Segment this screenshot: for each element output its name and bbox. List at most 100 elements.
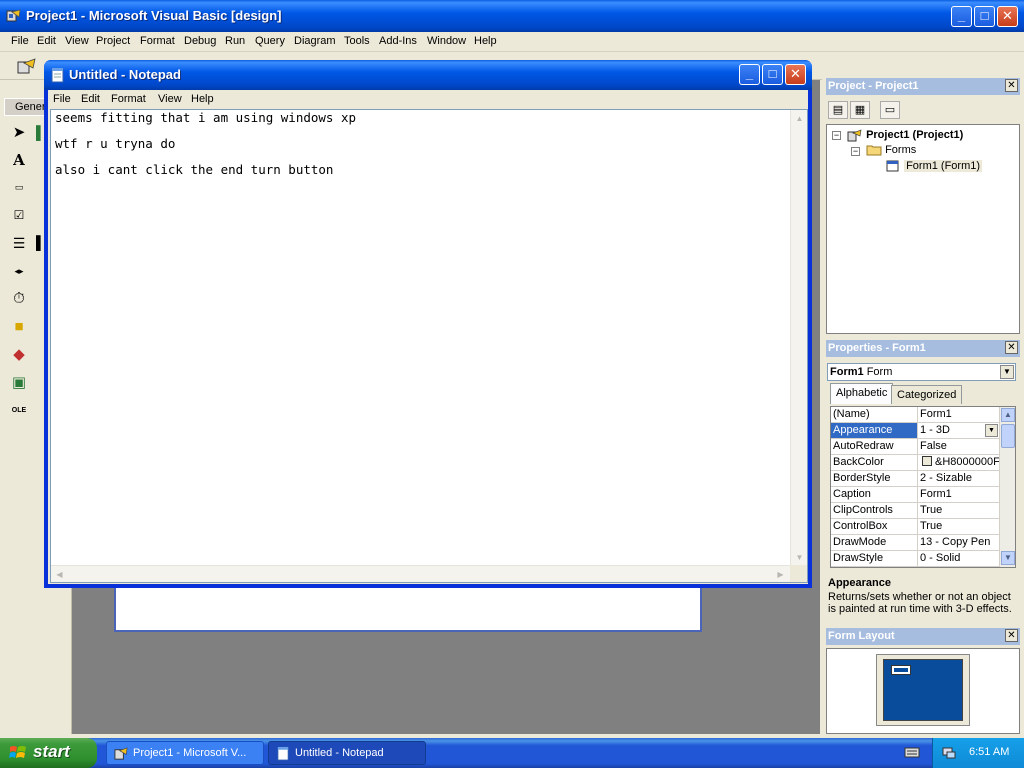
taskbar-item-vb[interactable]: Project1 - Microsoft V... bbox=[106, 741, 264, 765]
tree-item-form1[interactable]: Form1 (Form1) bbox=[885, 160, 983, 172]
tab-categorized[interactable]: Categorized bbox=[891, 385, 963, 404]
view-code-icon[interactable]: ▤ bbox=[828, 101, 848, 119]
property-row[interactable]: DrawMode 13 - Copy Pen bbox=[831, 535, 999, 551]
checkbox-tool-icon[interactable]: ☑ bbox=[8, 204, 30, 226]
combobox-tool-icon[interactable]: ▌ bbox=[36, 232, 44, 254]
scroll-thumb[interactable] bbox=[1001, 424, 1015, 448]
project-explorer-close-icon[interactable]: ✕ bbox=[1005, 79, 1018, 92]
notepad-close-button[interactable]: ✕ bbox=[785, 64, 806, 85]
notepad-minimize-button[interactable]: _ bbox=[739, 64, 760, 85]
scroll-left-icon[interactable]: ◀ bbox=[52, 567, 67, 582]
menu-help[interactable]: Help bbox=[474, 35, 497, 47]
minimize-button[interactable]: _ bbox=[951, 6, 972, 27]
tree-collapse-forms[interactable]: − bbox=[851, 147, 860, 156]
property-row[interactable]: (Name) Form1 bbox=[831, 407, 999, 423]
picture-tool-icon[interactable]: ▌ bbox=[36, 122, 44, 144]
scroll-down-icon[interactable]: ▼ bbox=[792, 550, 807, 565]
property-description: Appearance Returns/sets whether or not a… bbox=[826, 576, 1020, 626]
frame-tool-icon[interactable]: ▭ bbox=[8, 176, 30, 198]
form-layout-close-icon[interactable]: ✕ bbox=[1005, 629, 1018, 642]
properties-title-text: Properties - Form1 bbox=[828, 342, 926, 354]
tab-alphabetic[interactable]: Alphabetic bbox=[830, 383, 894, 404]
property-grid-scrollbar[interactable]: ▲ ▼ bbox=[999, 407, 1015, 567]
menu-run[interactable]: Run bbox=[225, 35, 245, 47]
scroll-right-icon[interactable]: ▶ bbox=[773, 567, 788, 582]
notepad-horizontal-scrollbar[interactable]: ◀ ▶ bbox=[51, 565, 791, 582]
close-button[interactable]: ✕ bbox=[997, 6, 1018, 27]
property-row[interactable]: BorderStyle 2 - Sizable bbox=[831, 471, 999, 487]
menu-query[interactable]: Query bbox=[255, 35, 285, 47]
taskbar-item-notepad[interactable]: Untitled - Notepad bbox=[268, 741, 426, 765]
menu-diagram[interactable]: Diagram bbox=[294, 35, 336, 47]
notepad-menu-format[interactable]: Format bbox=[111, 93, 146, 105]
property-row[interactable]: AutoRedraw False bbox=[831, 439, 999, 455]
ole-tool-icon[interactable]: OLE bbox=[8, 400, 30, 422]
notepad-title-bar[interactable]: Untitled - Notepad _ □ ✕ bbox=[44, 60, 812, 90]
dirlist-tool-icon[interactable]: ■ bbox=[8, 316, 30, 338]
property-row-selected[interactable]: Appearance 1 - 3D ▼ bbox=[831, 423, 999, 439]
menu-debug[interactable]: Debug bbox=[184, 35, 216, 47]
notepad-line: seems fitting that i am using windows xp bbox=[55, 110, 357, 125]
notepad-menu-file[interactable]: File bbox=[53, 93, 71, 105]
object-selector-type: Form bbox=[866, 366, 893, 378]
form-icon bbox=[886, 160, 899, 172]
menu-edit[interactable]: Edit bbox=[37, 35, 56, 47]
object-selector-combo[interactable]: Form1 Form ▼ bbox=[827, 363, 1016, 381]
property-row[interactable]: ClipControls True bbox=[831, 503, 999, 519]
folder-icon bbox=[866, 145, 882, 156]
menu-file[interactable]: File bbox=[11, 35, 29, 47]
property-row[interactable]: DrawStyle 0 - Solid bbox=[831, 551, 999, 567]
menu-format[interactable]: Format bbox=[140, 35, 175, 47]
form-position-preview[interactable] bbox=[891, 665, 911, 675]
resize-grip-icon[interactable] bbox=[790, 565, 807, 582]
scroll-down-icon[interactable]: ▼ bbox=[1001, 551, 1015, 565]
timer-tool-icon[interactable]: ⏱ bbox=[8, 288, 30, 310]
listbox-tool-icon[interactable]: ☰ bbox=[8, 232, 30, 254]
notepad-menu-edit[interactable]: Edit bbox=[81, 93, 100, 105]
toggle-folders-icon[interactable]: ▭ bbox=[880, 101, 900, 119]
network-icon[interactable] bbox=[941, 745, 957, 761]
pointer-tool-icon[interactable]: ➤ bbox=[8, 122, 30, 144]
keyboard-icon[interactable] bbox=[904, 746, 920, 759]
notepad-vertical-scrollbar[interactable]: ▲ ▼ bbox=[790, 110, 807, 566]
menu-window[interactable]: Window bbox=[427, 35, 466, 47]
property-row[interactable]: Caption Form1 bbox=[831, 487, 999, 503]
image-tool-icon[interactable]: ▣ bbox=[8, 372, 30, 394]
label-tool-icon[interactable]: A bbox=[8, 149, 30, 171]
add-project-icon[interactable] bbox=[16, 57, 38, 75]
tree-collapse-project[interactable]: − bbox=[832, 131, 841, 140]
properties-close-icon[interactable]: ✕ bbox=[1005, 341, 1018, 354]
form-layout-title: Form Layout ✕ bbox=[826, 628, 1020, 645]
taskbar: start Project1 - Microsoft V... Untitled… bbox=[0, 738, 1024, 768]
menu-tools[interactable]: Tools bbox=[344, 35, 370, 47]
property-row[interactable]: BackColor &H8000000F bbox=[831, 455, 999, 471]
start-label: start bbox=[33, 742, 70, 761]
vb-app-icon[interactable] bbox=[6, 8, 22, 24]
tree-item-project[interactable]: Project1 (Project1) bbox=[847, 128, 963, 142]
notepad-icon bbox=[51, 68, 64, 83]
notepad-menu-help[interactable]: Help bbox=[191, 93, 214, 105]
tree-item-forms-label: Forms bbox=[885, 144, 917, 156]
menu-project[interactable]: Project bbox=[96, 35, 130, 47]
scroll-up-icon[interactable]: ▲ bbox=[1001, 408, 1015, 422]
menu-add-ins[interactable]: Add-Ins bbox=[379, 35, 417, 47]
value-dropdown-icon[interactable]: ▼ bbox=[985, 424, 998, 437]
view-object-icon[interactable]: ▦ bbox=[850, 101, 870, 119]
notepad-line: wtf r u tryna do bbox=[55, 136, 176, 151]
start-button[interactable]: start bbox=[0, 738, 97, 768]
scroll-up-icon[interactable]: ▲ bbox=[792, 111, 807, 126]
notepad-maximize-button[interactable]: □ bbox=[762, 64, 783, 85]
chevron-down-icon[interactable]: ▼ bbox=[1000, 365, 1014, 379]
menu-view[interactable]: View bbox=[65, 35, 89, 47]
notepad-text-area[interactable]: seems fitting that i am using windows xp… bbox=[50, 109, 808, 583]
tree-item-forms[interactable]: Forms bbox=[866, 144, 916, 156]
property-row[interactable]: ControlBox True bbox=[831, 519, 999, 535]
shape-tool-icon[interactable]: ◆ bbox=[8, 344, 30, 366]
property-grid: (Name) Form1 Appearance 1 - 3D ▼ AutoRedraw… bbox=[830, 406, 1016, 568]
clock[interactable]: 6:51 AM bbox=[969, 746, 1009, 758]
maximize-button[interactable]: □ bbox=[974, 6, 995, 27]
property-description-title: Appearance bbox=[828, 577, 891, 589]
notepad-menu-view[interactable]: View bbox=[158, 93, 182, 105]
vb-title-bar[interactable]: Project1 - Microsoft Visual Basic [desig… bbox=[0, 0, 1024, 32]
hscrollbar-tool-icon[interactable]: ◂▸ bbox=[8, 260, 30, 282]
